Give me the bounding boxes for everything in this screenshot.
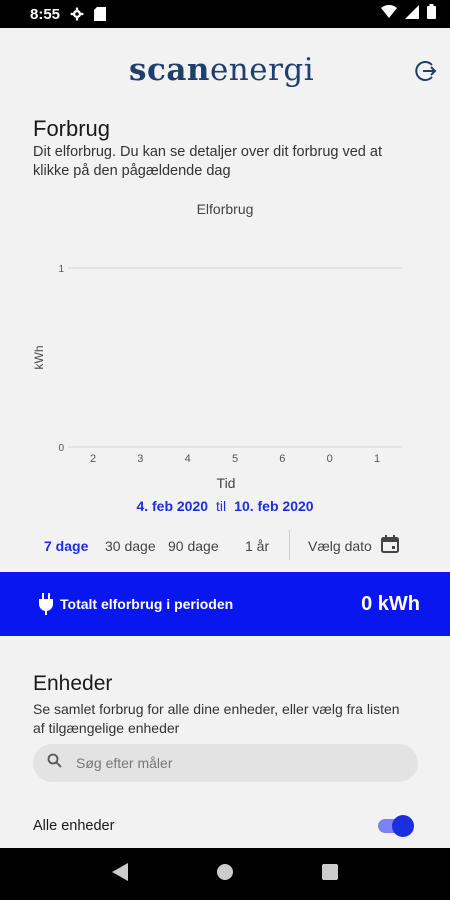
pick-date-button[interactable]: Vælg dato	[308, 538, 372, 554]
range-30-days[interactable]: 30 dage	[105, 538, 156, 554]
calendar-icon[interactable]	[381, 535, 399, 556]
recents-icon[interactable]	[322, 863, 338, 885]
range-1-year[interactable]: 1 år	[245, 538, 269, 554]
signal-icon	[405, 4, 419, 24]
logout-icon[interactable]	[412, 58, 438, 84]
x-tick-label: 3	[137, 453, 143, 465]
home-icon[interactable]	[216, 863, 234, 886]
x-axis-label: Tid	[217, 475, 236, 491]
page-title: Forbrug	[33, 116, 111, 141]
system-nav-bar	[0, 848, 450, 900]
settings-icon	[70, 7, 84, 21]
total-consumption-banner: Totalt elforbrug i perioden 0 kWh	[0, 572, 450, 636]
y-tick-label: 1	[58, 264, 64, 275]
sd-card-icon	[94, 7, 107, 21]
toggle-thumb	[392, 815, 414, 837]
scanenergi-logo: scanenergi	[129, 52, 315, 88]
devices-section: Enheder Se samlet forbrug for alle dine …	[0, 636, 450, 848]
range-selector: 7 dage 30 dage 90 dage 1 år Vælg dato	[0, 530, 450, 560]
y-axis-label: kWh	[32, 346, 46, 370]
search-icon	[47, 753, 62, 773]
wifi-icon	[381, 4, 397, 23]
range-90-days[interactable]: 90 dage	[168, 538, 219, 554]
all-devices-toggle[interactable]	[378, 814, 414, 837]
back-icon[interactable]	[112, 862, 128, 886]
x-tick-label: 0	[327, 453, 333, 465]
plug-icon	[38, 593, 54, 615]
devices-title: Enheder	[33, 672, 113, 695]
range-divider	[289, 530, 290, 560]
meter-search[interactable]	[33, 744, 418, 782]
x-tick-label: 2	[90, 453, 96, 465]
period-range: 4. feb 2020 til 10. feb 2020	[0, 498, 450, 514]
x-tick-label: 6	[279, 453, 285, 465]
total-label: Totalt elforbrug i perioden	[60, 596, 234, 612]
consumption-chart[interactable]: Elforbrug 1 0 kWh 2 3 4 5 6 0 1 Tid	[0, 195, 450, 505]
y-tick-label: 0	[58, 443, 64, 454]
devices-description: Se samlet forbrug for alle dine enheder,…	[33, 701, 400, 736]
search-input[interactable]	[76, 755, 376, 771]
period-to[interactable]: 10. feb 2020	[234, 498, 313, 514]
app-header: scanenergi	[0, 28, 450, 108]
x-tick-label: 5	[232, 453, 238, 465]
page-description: Dit elforbrug. Du kan se detaljer over d…	[33, 144, 382, 179]
all-devices-label: Alle enheder	[33, 818, 115, 834]
period-from[interactable]: 4. feb 2020	[136, 498, 208, 514]
total-value: 0 kWh	[361, 592, 420, 615]
period-til: til	[216, 498, 227, 514]
range-7-days[interactable]: 7 dage	[44, 538, 88, 554]
x-tick-label: 4	[185, 453, 191, 465]
battery-icon	[427, 4, 436, 24]
status-time: 8:55	[30, 5, 61, 23]
chart-svg: 1 0 kWh 2 3 4 5 6 0 1 Tid	[32, 264, 402, 491]
status-bar: 8:55	[0, 0, 450, 28]
x-tick-label: 1	[374, 453, 380, 465]
